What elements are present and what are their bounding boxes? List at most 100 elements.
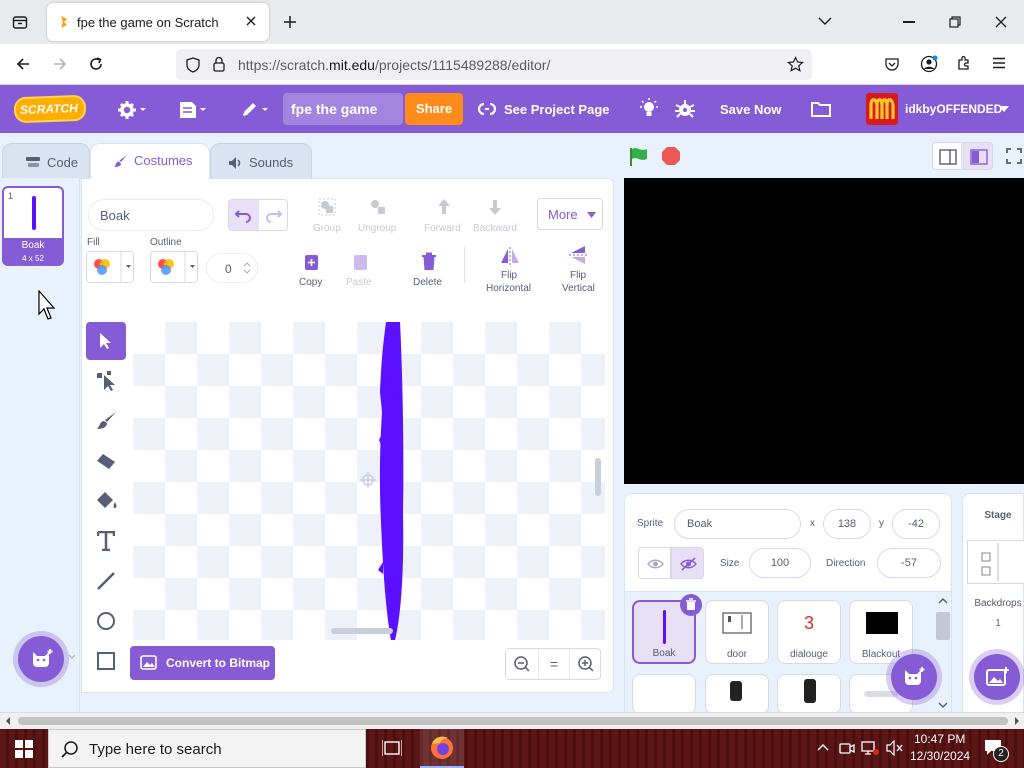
flip-vertical-label-1[interactable]: Flip (570, 270, 586, 281)
settings-gear-icon[interactable] (118, 100, 148, 120)
forward-button[interactable]: Forward (424, 223, 461, 234)
normal-stage-button[interactable] (963, 142, 993, 170)
flip-vertical-label-2[interactable]: Vertical (562, 283, 595, 294)
forward-icon[interactable] (52, 56, 68, 72)
show-hidden-icons-icon[interactable] (817, 743, 829, 751)
group-icon[interactable] (317, 197, 337, 217)
redo-button[interactable] (259, 200, 288, 230)
tab-code[interactable]: Code (2, 143, 90, 179)
scroll-thumb[interactable] (936, 612, 950, 640)
windows-start-icon[interactable] (15, 740, 33, 758)
rectangle-tool[interactable] (86, 642, 126, 680)
flip-horizontal-label-1[interactable]: Flip (501, 270, 517, 281)
text-tool[interactable] (86, 522, 126, 560)
delete-sprite-button[interactable] (680, 594, 702, 616)
more-menu-button[interactable]: More (537, 198, 603, 230)
file-menu-icon[interactable] (178, 100, 208, 120)
my-stuff-folder-icon[interactable] (810, 100, 832, 118)
taskbar-date[interactable]: 12/30/2024 (910, 749, 970, 763)
direction-input[interactable]: -57 (877, 548, 941, 578)
lock-icon[interactable] (212, 56, 226, 72)
list-all-tabs-icon[interactable] (818, 16, 832, 26)
sprite-tile-7[interactable] (777, 674, 841, 714)
outline-color-picker[interactable] (150, 251, 198, 283)
close-tab-icon[interactable] (245, 15, 257, 27)
app-menu-icon[interactable] (992, 57, 1006, 69)
tab-sounds[interactable]: Sounds (210, 143, 312, 179)
fullscreen-icon[interactable] (1006, 148, 1022, 164)
pocket-icon[interactable] (884, 56, 900, 72)
stop-icon[interactable] (661, 146, 681, 166)
paint-canvas[interactable] (133, 322, 605, 640)
flip-vertical-icon[interactable] (569, 245, 587, 265)
flip-horizontal-label-2[interactable]: Horizontal (486, 283, 531, 294)
firefox-taskbar-button[interactable] (420, 729, 464, 768)
green-flag-icon[interactable] (628, 146, 650, 168)
username[interactable]: idkbyOFFENDED (905, 102, 1002, 116)
tab-costumes[interactable]: Costumes (90, 143, 210, 179)
sprite-tile-dialouge[interactable]: 3 dialouge (777, 600, 841, 664)
delete-button[interactable]: Delete (413, 277, 442, 288)
restore-icon[interactable] (949, 16, 961, 28)
tips-lightbulb-icon[interactable] (638, 98, 660, 120)
trash-icon[interactable] (420, 251, 438, 271)
outline-width-input[interactable]: 0 (206, 253, 258, 283)
ungroup-icon[interactable] (368, 197, 388, 217)
scroll-left-icon[interactable] (4, 716, 12, 726)
choose-backdrop-button[interactable] (974, 654, 1020, 700)
stepper-icon[interactable] (243, 261, 251, 275)
sprite-tile-door[interactable]: door (705, 600, 769, 664)
task-view-icon[interactable] (382, 739, 402, 757)
meet-now-icon[interactable] (839, 740, 855, 756)
hide-sprite-button[interactable] (671, 547, 704, 579)
tab-list-icon[interactable] (12, 14, 28, 30)
undo-button[interactable] (229, 200, 259, 230)
fill-tool[interactable] (86, 482, 126, 520)
scroll-down-arrow-icon[interactable] (68, 654, 76, 660)
line-tool[interactable] (86, 562, 126, 600)
page-horizontal-scrollbar[interactable] (0, 712, 1024, 729)
debug-bug-icon[interactable] (673, 97, 697, 121)
backward-arrow-icon[interactable] (485, 197, 505, 217)
url-bar[interactable]: https://scratch.mit.edu/projects/1115489… (176, 49, 812, 80)
fill-color-picker[interactable] (86, 251, 134, 283)
zoom-reset-button[interactable]: = (538, 649, 570, 679)
costume-name-input[interactable]: Boak (88, 199, 214, 231)
choose-sprite-button[interactable] (891, 654, 937, 700)
new-tab-icon[interactable] (282, 14, 298, 30)
stage-canvas[interactable] (624, 178, 1024, 484)
backward-button[interactable]: Backward (473, 223, 517, 234)
canvas-vertical-scrollbar[interactable] (595, 458, 601, 496)
scratch-logo[interactable]: SCRATCH (13, 94, 87, 124)
taskbar-time[interactable]: 10:47 PM (914, 732, 965, 746)
small-stage-button[interactable] (932, 142, 962, 170)
sprite-tile-blackout[interactable]: Blackout (849, 600, 913, 664)
choose-costume-button[interactable] (18, 636, 64, 682)
group-button[interactable]: Group (313, 223, 341, 234)
forward-arrow-icon[interactable] (434, 197, 454, 217)
user-avatar[interactable] (866, 93, 898, 125)
zoom-in-button[interactable] (570, 649, 602, 679)
flip-horizontal-icon[interactable] (500, 247, 520, 265)
save-now-button[interactable]: Save Now (720, 102, 781, 117)
copy-icon[interactable] (304, 251, 322, 271)
network-icon[interactable] (861, 740, 879, 756)
x-position-input[interactable]: 138 (823, 509, 871, 539)
sprite-name-input[interactable]: Boak (674, 509, 801, 539)
back-icon[interactable] (15, 56, 31, 72)
zoom-out-button[interactable] (506, 649, 538, 679)
eraser-tool[interactable] (86, 442, 126, 480)
y-position-input[interactable]: -42 (892, 509, 940, 539)
select-tool[interactable] (86, 322, 126, 360)
size-input[interactable]: 100 (749, 548, 811, 578)
browser-tab[interactable]: fpe the game on Scratch (47, 3, 269, 41)
volume-muted-icon[interactable] (886, 740, 904, 756)
reshape-tool[interactable] (86, 362, 126, 400)
shield-icon[interactable] (185, 57, 201, 73)
reload-icon[interactable] (88, 56, 104, 72)
ungroup-button[interactable]: Ungroup (358, 223, 396, 234)
account-icon[interactable] (920, 55, 938, 73)
see-project-page-button[interactable]: See Project Page (504, 102, 610, 117)
extensions-icon[interactable] (956, 55, 972, 71)
paste-icon[interactable] (353, 253, 369, 271)
